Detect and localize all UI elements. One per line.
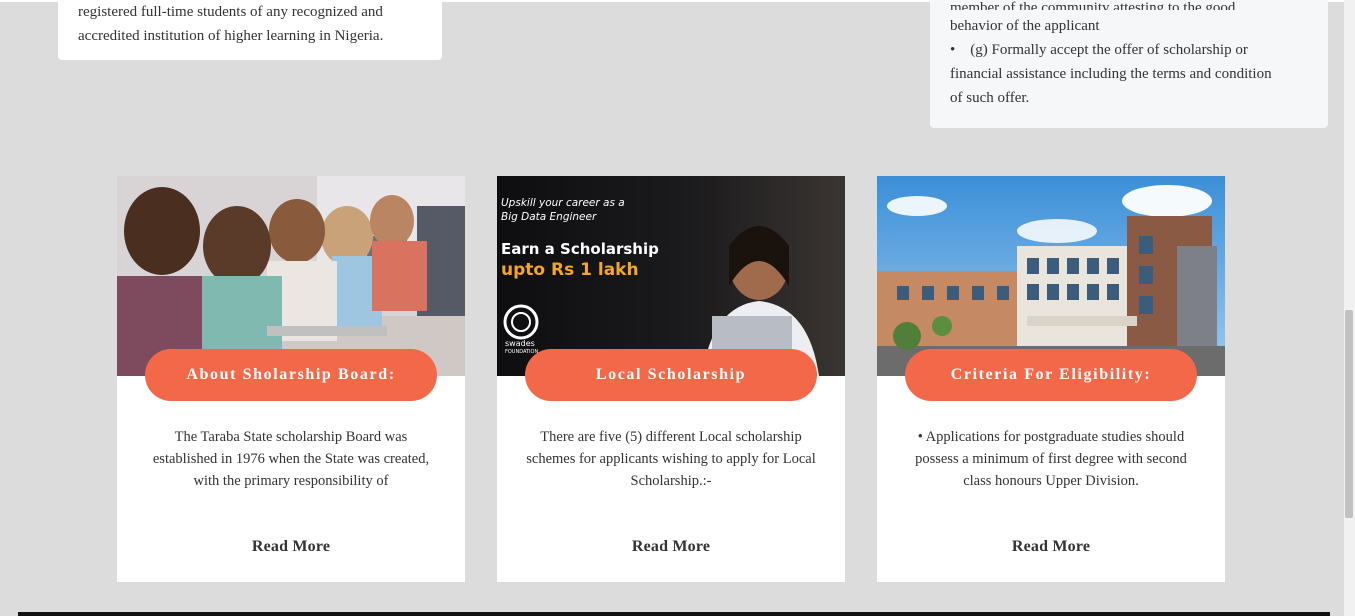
building-image bbox=[877, 176, 1225, 376]
card-eligibility: Criteria For Eligibility: • Applications… bbox=[877, 176, 1225, 582]
local-scholarship-title-pill: Local Scholarship bbox=[525, 349, 817, 401]
banner-big-line-2: upto Rs 1 lakh bbox=[501, 260, 639, 280]
bottom-divider bbox=[18, 612, 1330, 616]
eligibility-title-pill: Criteria For Eligibility: bbox=[905, 349, 1197, 401]
about-board-title-pill: About Sholarship Board: bbox=[145, 349, 437, 401]
info-card-right: member of the community attesting to the… bbox=[930, 0, 1328, 128]
read-more-link[interactable]: Read More bbox=[117, 538, 465, 556]
vertical-scrollbar[interactable] bbox=[1344, 0, 1355, 616]
scholarship-banner-image: Upskill your career as a Big Data Engine… bbox=[497, 176, 845, 376]
logo-text: swades bbox=[505, 339, 535, 348]
info-right-cut-line: member of the community attesting to the… bbox=[950, 0, 1236, 10]
banner-big-line-1: Earn a Scholarship bbox=[501, 240, 659, 258]
banner-small-text: Upskill your career as a Big Data Engine… bbox=[501, 196, 625, 224]
info-right-line-2: • (g) Formally accept the offer of schol… bbox=[950, 38, 1308, 62]
students-image bbox=[117, 176, 465, 376]
banner-small-line-2: Big Data Engineer bbox=[501, 211, 597, 223]
about-board-description: The Taraba State scholarship Board was e… bbox=[152, 429, 430, 489]
card-local-scholarship: Upskill your career as a Big Data Engine… bbox=[497, 176, 845, 582]
info-right-line-1: behavior of the applicant bbox=[950, 18, 1100, 34]
banner-small-line-1: Upskill your career as a bbox=[501, 197, 625, 209]
swades-logo: swades FOUNDATION bbox=[505, 340, 538, 356]
read-more-link[interactable]: Read More bbox=[497, 538, 845, 556]
info-right-line-2-text: (g) Formally accept the offer of scholar… bbox=[970, 42, 1248, 58]
info-left-text: registered full-time students of any rec… bbox=[78, 4, 384, 44]
local-scholarship-description: There are five (5) different Local schol… bbox=[526, 429, 816, 489]
info-card-left: registered full-time students of any rec… bbox=[58, 0, 442, 60]
card-about-board: About Sholarship Board: The Taraba State… bbox=[117, 176, 465, 582]
read-more-link[interactable]: Read More bbox=[877, 538, 1225, 556]
scrollbar-thumb[interactable] bbox=[1345, 310, 1353, 518]
info-right-line-3: financial assistance including the terms… bbox=[950, 66, 1272, 82]
bullet-icon: • bbox=[950, 42, 956, 58]
info-right-line-4: of such offer. bbox=[950, 90, 1030, 106]
eligibility-description: • Applications for postgraduate studies … bbox=[915, 429, 1187, 489]
